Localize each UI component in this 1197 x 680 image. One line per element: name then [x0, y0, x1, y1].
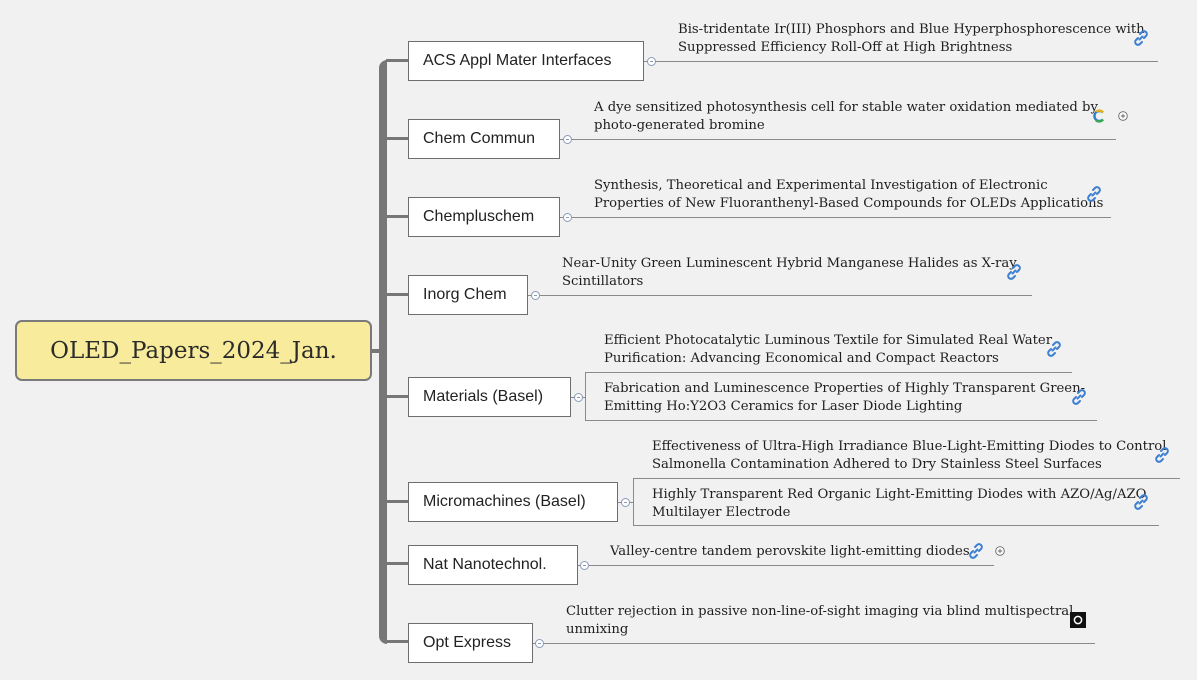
- link-icon[interactable]: [1132, 493, 1150, 511]
- source-c-icon[interactable]: [1092, 109, 1106, 123]
- paper-title-line: Multilayer Electrode: [652, 505, 791, 520]
- paper-title-line: Effectiveness of Ultra-High Irradiance B…: [652, 439, 1167, 454]
- paper-title[interactable]: Clutter rejection in passive non-line-of…: [566, 603, 1073, 639]
- link-icon[interactable]: [1045, 340, 1063, 358]
- paper-underline: [585, 372, 1072, 373]
- root-topic-title: OLED_Papers_2024_Jan.: [50, 337, 337, 364]
- branch-connector: [386, 137, 408, 140]
- paper-underline: [598, 565, 994, 566]
- journal-node-materials-basel[interactable]: Materials (Basel): [408, 377, 571, 417]
- paper-underline: [548, 295, 1032, 296]
- paper-title[interactable]: Highly Transparent Red Organic Light-Emi…: [652, 486, 1146, 522]
- paper-title-line: Synthesis, Theoretical and Experimental …: [594, 178, 1048, 193]
- paper-title-line: Purification: Advancing Economical and C…: [604, 351, 999, 366]
- paper-title-line: unmixing: [566, 622, 629, 637]
- paper-underline: [580, 139, 1116, 140]
- journal-label: Micromachines (Basel): [423, 493, 586, 510]
- paper-title-line: Properties of New Fluoranthenyl-Based Co…: [594, 196, 1104, 211]
- branch-connector: [386, 395, 408, 398]
- branch-connector: [386, 59, 408, 62]
- branch-connector: [386, 500, 408, 503]
- paper-title-line: Clutter rejection in passive non-line-of…: [566, 604, 1074, 619]
- paper-title-line: Near-Unity Green Luminescent Hybrid Mang…: [562, 256, 1017, 271]
- collapse-toggle-icon[interactable]: [580, 561, 589, 570]
- link-icon[interactable]: [967, 542, 985, 560]
- journal-node-inorg-chem[interactable]: Inorg Chem: [408, 275, 528, 315]
- branch-spine: [379, 60, 387, 644]
- paper-underline: [585, 420, 1097, 421]
- journal-label: Opt Express: [423, 634, 512, 651]
- expand-plus-icon[interactable]: [995, 546, 1005, 556]
- journal-node-nat-nanotechnol[interactable]: Nat Nanotechnol.: [408, 545, 578, 585]
- paper-title-line: photo-generated bromine: [594, 118, 765, 133]
- branch-connector: [386, 293, 408, 296]
- journal-node-opt-express[interactable]: Opt Express: [408, 623, 533, 663]
- paper-title-line: Salmonella Contamination Adhered to Dry …: [652, 457, 1102, 472]
- collapse-toggle-icon[interactable]: [647, 57, 656, 66]
- paper-title[interactable]: Valley-centre tandem perovskite light-em…: [610, 543, 970, 561]
- journal-label: Materials (Basel): [423, 388, 544, 405]
- paper-title[interactable]: Efficient Photocatalytic Luminous Textil…: [604, 332, 1052, 368]
- root-topic[interactable]: OLED_Papers_2024_Jan.: [15, 320, 372, 381]
- collapse-toggle-icon[interactable]: [563, 135, 572, 144]
- journal-node-acs-appl-mater-interfaces[interactable]: ACS Appl Mater Interfaces: [408, 41, 644, 81]
- paper-title-line: A dye sensitized photosynthesis cell for…: [594, 100, 1098, 115]
- paper-title-line: Suppressed Efficiency Roll-Off at High B…: [678, 40, 1013, 55]
- journal-node-chempluschem[interactable]: Chempluschem: [408, 197, 560, 237]
- paper-underline: [553, 643, 1095, 644]
- expand-plus-icon[interactable]: [1118, 111, 1128, 121]
- link-icon[interactable]: [1085, 185, 1103, 203]
- collapse-toggle-icon[interactable]: [574, 393, 583, 402]
- paper-title[interactable]: Bis-tridentate Ir(III) Phosphors and Blu…: [678, 21, 1145, 57]
- collapse-toggle-icon[interactable]: [531, 291, 540, 300]
- paper-title-line: Highly Transparent Red Organic Light-Emi…: [652, 487, 1147, 502]
- journal-label: ACS Appl Mater Interfaces: [423, 52, 612, 69]
- paper-title-line: Scintillators: [562, 274, 644, 289]
- paper-title-line: Fabrication and Luminescence Properties …: [604, 381, 1086, 396]
- journal-label: Chem Commun: [423, 130, 536, 147]
- paper-underline: [580, 217, 1111, 218]
- link-icon[interactable]: [1132, 29, 1150, 47]
- paper-title-line: Emitting Ho:Y2O3 Ceramics for Laser Diod…: [604, 399, 963, 414]
- journal-label: Chempluschem: [423, 208, 535, 225]
- collapse-toggle-icon[interactable]: [535, 639, 544, 648]
- collapse-toggle-icon[interactable]: [563, 213, 572, 222]
- paper-underline: [633, 525, 1159, 526]
- paper-title[interactable]: Synthesis, Theoretical and Experimental …: [594, 177, 1103, 213]
- paper-underline: [664, 61, 1158, 62]
- branch-connector: [386, 562, 408, 565]
- branch-connector: [386, 640, 408, 643]
- paper-title[interactable]: Near-Unity Green Luminescent Hybrid Mang…: [562, 255, 1017, 291]
- link-icon[interactable]: [1070, 388, 1088, 406]
- journal-label: Nat Nanotechnol.: [423, 556, 547, 573]
- journal-node-micromachines-basel[interactable]: Micromachines (Basel): [408, 482, 618, 522]
- branch-connector: [386, 215, 408, 218]
- journal-node-chem-commun[interactable]: Chem Commun: [408, 119, 560, 159]
- collapse-toggle-icon[interactable]: [621, 498, 630, 507]
- paper-title[interactable]: Fabrication and Luminescence Properties …: [604, 380, 1085, 416]
- journal-label: Inorg Chem: [423, 286, 507, 303]
- paper-title-line: Efficient Photocatalytic Luminous Textil…: [604, 333, 1052, 348]
- paper-title-line: Bis-tridentate Ir(III) Phosphors and Blu…: [678, 22, 1145, 37]
- paper-title[interactable]: Effectiveness of Ultra-High Irradiance B…: [652, 438, 1166, 474]
- square-logo-icon[interactable]: [1070, 612, 1086, 628]
- subtopic-bracket: [633, 478, 634, 526]
- paper-underline: [633, 478, 1180, 479]
- paper-title-line: Valley-centre tandem perovskite light-em…: [610, 544, 970, 559]
- paper-title[interactable]: A dye sensitized photosynthesis cell for…: [594, 99, 1098, 135]
- link-icon[interactable]: [1153, 446, 1171, 464]
- link-icon[interactable]: [1005, 263, 1023, 281]
- subtopic-bracket: [585, 372, 586, 421]
